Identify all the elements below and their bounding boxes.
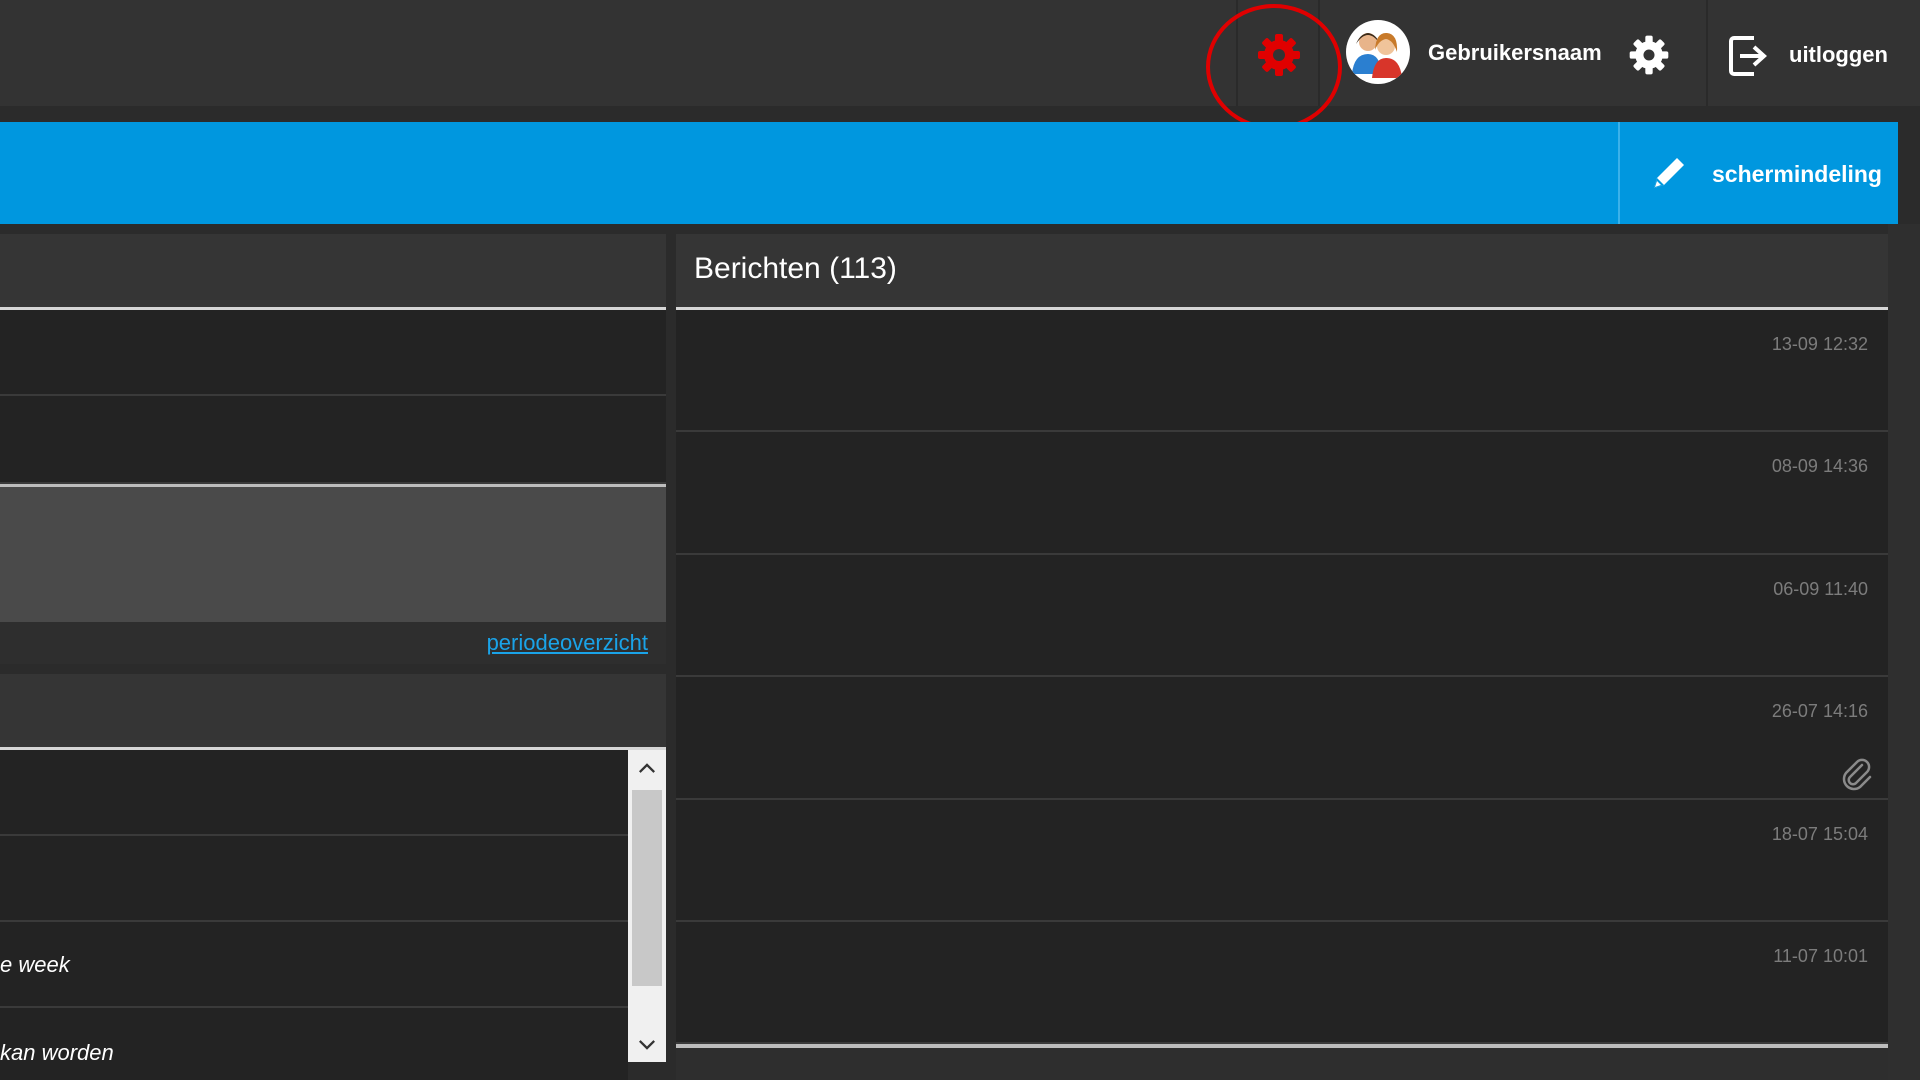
right-gutter <box>1888 224 1920 1080</box>
top-bar-divider <box>1706 0 1708 106</box>
logout-icon[interactable] <box>1728 34 1768 78</box>
list-item-text: kan worden <box>0 1040 114 1065</box>
pencil-icon[interactable] <box>1646 150 1692 196</box>
scroll-down-button[interactable] <box>628 1026 666 1062</box>
top-bar: Gebruikersnaam uitloggen <box>0 0 1920 130</box>
layout-button[interactable]: schermindeling <box>1712 161 1882 188</box>
list-item[interactable] <box>0 396 666 484</box>
highlight-circle <box>1206 4 1342 130</box>
list-item-text: e week <box>0 952 70 977</box>
message-item[interactable]: 11-07 10:01 <box>676 922 1888 1044</box>
message-date: 06-09 11:40 <box>1773 579 1868 599</box>
messages-footer <box>676 1048 1888 1080</box>
list-item[interactable] <box>0 750 628 836</box>
scroll-up-button[interactable] <box>628 750 666 786</box>
list-item[interactable]: kan worden <box>0 1008 628 1080</box>
chevron-down-icon <box>639 1039 655 1050</box>
message-item[interactable]: 18-07 15:04 <box>676 800 1888 922</box>
list-item[interactable]: e week <box>0 922 628 1008</box>
username-label: Gebruikersnaam <box>1428 40 1602 65</box>
paperclip-icon <box>1842 758 1872 791</box>
logout-button[interactable]: uitloggen <box>1789 42 1888 68</box>
scroll-thumb[interactable] <box>632 790 662 986</box>
message-date: 26-07 14:16 <box>1771 701 1868 721</box>
message-item[interactable]: 26-07 14:16 <box>676 677 1888 800</box>
message-item[interactable]: 13-09 12:32 <box>676 310 1888 432</box>
left-lower-panel-header <box>0 674 666 750</box>
list-item[interactable] <box>0 310 666 396</box>
messages-title: Berichten (113) <box>694 252 897 285</box>
message-item[interactable]: 06-09 11:40 <box>676 555 1888 677</box>
message-item[interactable]: 08-09 14:36 <box>676 432 1888 555</box>
list-item[interactable] <box>0 836 628 922</box>
message-date: 11-07 10:01 <box>1773 946 1868 966</box>
left-panel-footer: periodeoverzicht <box>0 622 666 664</box>
avatar-users-icon <box>1352 32 1402 78</box>
left-panel-header <box>0 234 666 310</box>
message-date: 13-09 12:32 <box>1771 334 1868 354</box>
period-overview-link[interactable]: periodeoverzicht <box>487 630 648 656</box>
avatar[interactable] <box>1346 20 1410 84</box>
toolbar-divider <box>1618 122 1620 224</box>
blue-toolbar <box>0 122 1898 224</box>
period-chart-area <box>0 484 666 622</box>
message-date: 08-09 14:36 <box>1771 456 1868 476</box>
chevron-up-icon <box>639 762 655 773</box>
message-date: 18-07 15:04 <box>1771 824 1868 844</box>
settings-gear-icon[interactable] <box>1626 32 1672 78</box>
scrollbar[interactable] <box>628 750 666 1062</box>
